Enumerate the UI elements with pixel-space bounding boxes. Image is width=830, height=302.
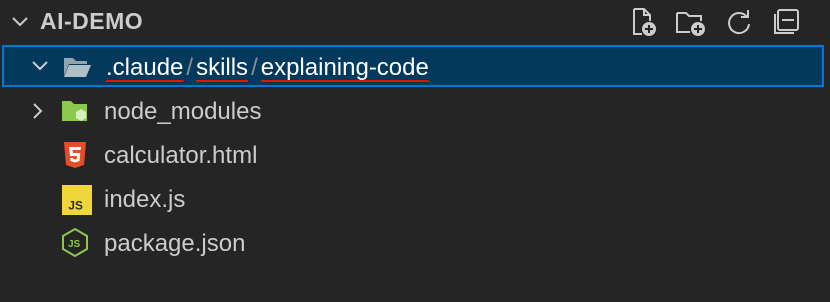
explorer-header[interactable]: AI-DEMO: [0, 0, 830, 42]
workspace-title: AI-DEMO: [40, 8, 144, 34]
tree-item-index-js[interactable]: JS index.js: [0, 177, 830, 221]
new-file-button[interactable]: [624, 5, 662, 39]
tree-item-package-json[interactable]: JS package.json: [0, 221, 830, 265]
tree-item-label: node_modules: [104, 98, 262, 125]
chevron-down-icon[interactable]: [10, 12, 30, 32]
file-explorer: AI-DEMO .claude / skills / explaining-co…: [0, 0, 830, 302]
refresh-button[interactable]: [720, 5, 758, 39]
path-segment-explaining-code: explaining-code: [260, 54, 429, 81]
path-separator: /: [186, 54, 194, 81]
new-file-icon: [633, 8, 656, 36]
tree-item-selected-folder[interactable]: .claude / skills / explaining-code: [2, 45, 824, 87]
new-folder-button[interactable]: [672, 5, 710, 39]
svg-text:JS: JS: [68, 239, 81, 250]
explorer-actions: [624, 5, 806, 39]
tree-item-label: package.json: [104, 230, 246, 257]
chevron-down-icon[interactable]: [30, 56, 50, 76]
chevron-right-icon[interactable]: [28, 101, 48, 121]
node-folder-icon: [62, 101, 87, 121]
new-folder-icon: [676, 12, 705, 36]
path-segment-skills: skills: [196, 54, 249, 81]
collapse-all-icon: [774, 9, 799, 34]
tree-item-label: calculator.html: [104, 142, 258, 169]
folder-open-icon: [64, 58, 91, 77]
javascript-icon: JS: [62, 185, 92, 215]
node-json-icon: JS: [62, 227, 88, 257]
refresh-icon: [728, 10, 750, 35]
tree-item-calculator-html[interactable]: calculator.html: [0, 133, 830, 177]
html5-icon: [64, 142, 86, 168]
tree-item-label: index.js: [104, 186, 186, 213]
collapse-all-button[interactable]: [768, 5, 806, 39]
tree-item-node-modules[interactable]: node_modules: [0, 89, 830, 133]
folder-path-label: .claude / skills / explaining-code: [106, 54, 429, 82]
path-segment-claude: .claude: [106, 54, 184, 81]
svg-text:JS: JS: [68, 200, 83, 213]
path-separator: /: [251, 54, 258, 81]
